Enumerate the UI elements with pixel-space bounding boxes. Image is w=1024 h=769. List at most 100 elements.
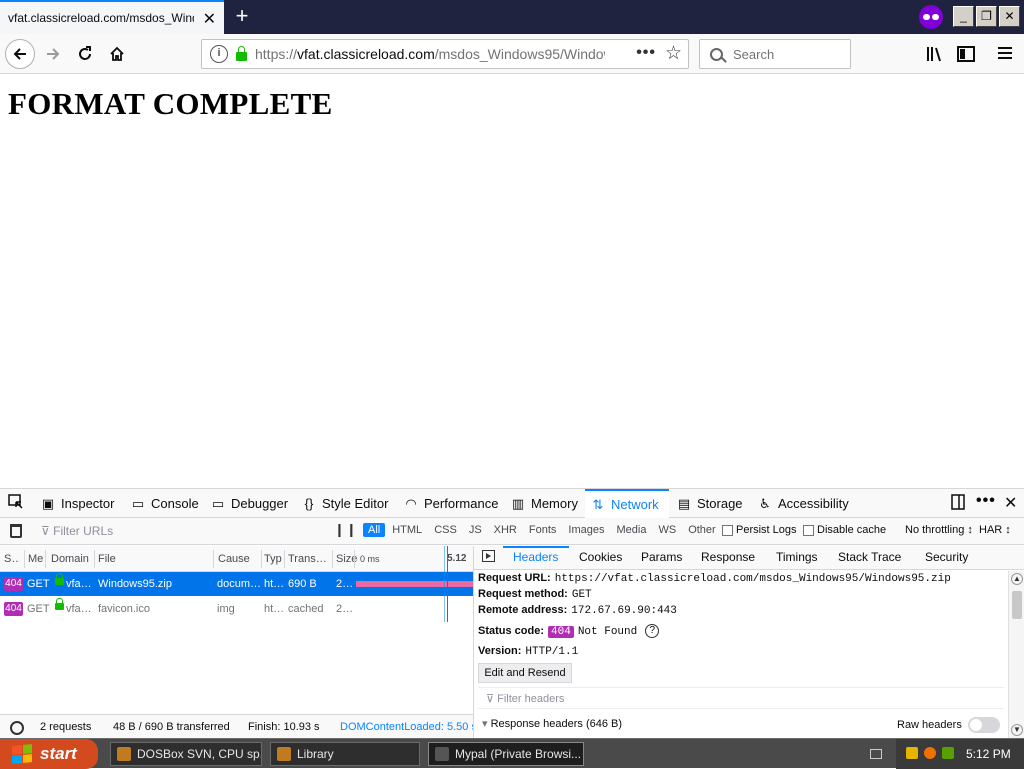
scroll-thumb[interactable] [1012,591,1022,619]
taskbar-item-mypal[interactable]: Mypal (Private Browsi... [428,742,584,766]
back-button[interactable] [5,39,35,69]
devtools-menu-icon[interactable]: ••• [976,492,996,510]
tab-response[interactable]: Response [701,550,755,564]
status-text[interactable]: Not Found [578,626,637,638]
filter-headers-input[interactable]: ⊽ Filter headers [478,687,1004,709]
minimize-button[interactable]: _ [953,6,974,27]
browser-tab[interactable]: vfat.classicreload.com/msdos_Windows95/W… [0,0,224,34]
url-text[interactable]: https://vfat.classicreload.com/msdos_Win… [255,46,605,62]
hamburger-menu-icon[interactable] [997,46,1013,64]
filter-ws-button[interactable]: WS [653,523,681,537]
tab-headers[interactable]: Headers [513,550,558,564]
request-url-value[interactable]: https://vfat.classicreload.com/msdos_Win… [555,573,951,585]
column-divider[interactable] [45,550,46,568]
page-actions-icon[interactable]: ••• [636,44,656,62]
tab-inspector[interactable]: ▣ Inspector [41,489,115,518]
magnifier-icon[interactable] [924,747,936,759]
filter-html-button[interactable]: HTML [387,523,427,537]
filter-js-button[interactable]: JS [464,523,487,537]
checkbox-box[interactable] [722,524,733,536]
column-transferred[interactable]: Trans… [288,553,327,565]
tab-console[interactable]: ▭ Console [131,489,199,518]
column-divider[interactable] [284,550,285,568]
checkbox-box[interactable] [803,524,814,536]
new-tab-button[interactable]: + [230,4,254,28]
filter-fonts-button[interactable]: Fonts [524,523,562,537]
column-divider[interactable] [261,550,262,568]
library-icon[interactable] [926,46,944,66]
close-tab-icon[interactable]: ✕ [203,9,216,29]
tab-params[interactable]: Params [641,550,682,564]
maximize-button[interactable]: ❐ [976,6,997,27]
column-status[interactable]: S… [4,553,20,565]
tab-debugger[interactable]: ▭ Debugger [211,489,288,518]
taskbar-item-library[interactable]: Library [270,742,420,766]
close-devtools-icon[interactable]: ✕ [1004,493,1017,513]
tab-network[interactable]: ⇅ Network [585,489,669,518]
tab-security[interactable]: Security [925,550,968,564]
pause-icon[interactable]: ❙❙ [334,522,358,538]
response-headers-toggle[interactable]: ▾ Response headers (646 B) [482,717,622,730]
filter-images-button[interactable]: Images [563,523,609,537]
filter-urls-input[interactable]: ⊽ Filter URLs [41,524,113,538]
column-method[interactable]: Me [28,553,44,565]
edit-and-resend-button[interactable]: Edit and Resend [478,663,572,683]
remote-address-value[interactable]: 172.67.69.90:443 [571,605,677,617]
start-button[interactable]: start [0,739,98,769]
performance-analysis-icon[interactable] [10,721,24,735]
column-cause[interactable]: Cause [218,553,250,565]
column-type[interactable]: Typ [264,553,282,565]
tab-storage[interactable]: ▤ Storage [677,489,743,518]
close-details-icon[interactable] [482,550,495,562]
column-divider[interactable] [24,550,25,568]
tab-timings[interactable]: Timings [776,550,818,564]
column-divider[interactable] [213,550,214,568]
har-menu[interactable]: HAR ↕ [979,524,1011,536]
disable-cache-checkbox[interactable]: Disable cache [803,524,886,536]
filter-xhr-button[interactable]: XHR [489,523,522,537]
tab-performance[interactable]: ◠ Performance [404,489,498,518]
request-row[interactable]: 404 GET vfa… Windows95.zip docum… ht… 69… [0,572,473,596]
close-window-button[interactable]: ✕ [999,6,1020,27]
trash-icon[interactable] [10,524,22,538]
tab-memory[interactable]: ▥ Memory [511,489,578,518]
tab-stack-trace[interactable]: Stack Trace [838,550,901,564]
lock-icon[interactable] [236,45,247,61]
filter-other-button[interactable]: Other [683,523,721,537]
column-divider[interactable] [94,550,95,568]
search-bar[interactable]: Search [699,39,851,69]
column-divider[interactable] [332,550,333,568]
column-domain[interactable]: Domain [51,553,89,565]
filter-css-button[interactable]: CSS [429,523,462,537]
version-value[interactable]: HTTP/1.1 [525,646,578,658]
column-file[interactable]: File [98,553,116,565]
keyboard-icon[interactable] [870,749,882,759]
column-divider[interactable] [354,550,355,568]
sidebar-icon[interactable] [957,46,975,66]
request-method-value[interactable]: GET [572,589,592,601]
scroll-up-icon[interactable]: ▲ [1011,573,1023,585]
taskbar-item-dosbox[interactable]: DOSBox SVN, CPU sp... [110,742,262,766]
filter-media-button[interactable]: Media [611,523,651,537]
tab-cookies[interactable]: Cookies [579,550,622,564]
home-button[interactable] [102,39,132,69]
toggle-switch[interactable] [967,717,1000,733]
network-tray-icon[interactable] [942,747,954,759]
tab-accessibility[interactable]: ♿ Accessibility [758,489,849,518]
reload-button[interactable] [70,39,100,69]
tab-style-editor[interactable]: {} Style Editor [302,489,389,518]
shield-icon[interactable] [906,747,918,759]
url-bar[interactable]: i https://vfat.classicreload.com/msdos_W… [201,39,689,69]
element-picker-icon[interactable] [8,494,24,515]
forward-button[interactable] [38,39,68,69]
site-info-icon[interactable]: i [210,45,228,63]
details-scrollbar[interactable]: ▲ ▼ [1008,571,1024,738]
throttling-select[interactable]: No throttling ↕ [905,524,973,536]
dock-side-icon[interactable] [950,494,966,515]
bookmark-star-icon[interactable]: ☆ [665,42,682,65]
raw-headers-switch[interactable]: Raw headers [897,717,1000,733]
help-icon[interactable]: ? [645,624,660,638]
request-row[interactable]: 404 GET vfa… favicon.ico img ht… cached … [0,597,473,621]
persist-logs-checkbox[interactable]: Persist Logs [722,524,797,536]
filter-all-button[interactable]: All [363,523,386,537]
